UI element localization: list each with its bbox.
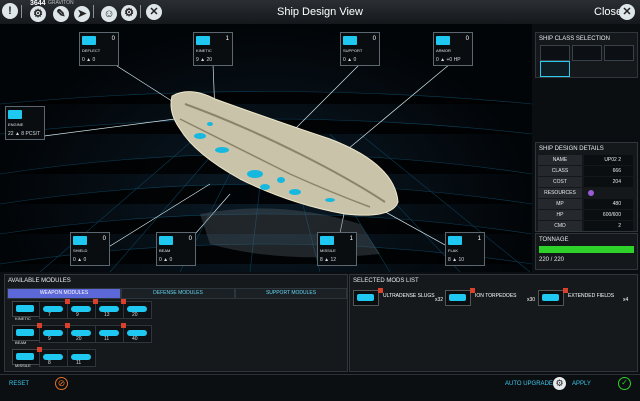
resource-icon (588, 190, 594, 196)
support-icon (343, 36, 357, 45)
close-button[interactable]: Close (594, 6, 622, 18)
tonnage-bar-fill (539, 246, 634, 253)
detail-row-resources: RESOURCES (538, 188, 633, 198)
ship-class-slot[interactable] (540, 45, 570, 61)
locked-tag (378, 288, 383, 293)
detail-row-class: CLASS 666 (538, 166, 633, 176)
module-slot[interactable]: 20 (67, 325, 96, 343)
tonnage-panel: TONNAGE 220 / 220 (535, 233, 638, 270)
kinetic-row-icon (12, 301, 40, 317)
ship-class-selection-panel: SHIP CLASS SELECTION (535, 32, 638, 78)
tonnage-value: 220 / 220 (539, 257, 565, 263)
shield-icon (73, 236, 87, 245)
reset-icon[interactable]: ⊘ (55, 377, 68, 390)
missile-icon (320, 236, 334, 245)
locked-tag (470, 288, 475, 293)
tonnage-bar (539, 246, 634, 253)
card-shield[interactable]: 0 SHIELD 0 ▲ 0 (70, 232, 110, 266)
ship-class-slot[interactable] (572, 45, 602, 61)
locked-tag (563, 288, 568, 293)
apply-button[interactable]: APPLY (572, 381, 591, 387)
detail-row-mp: MP 480 (538, 199, 633, 209)
module-slot[interactable]: 9 (67, 301, 96, 319)
module-slot[interactable]: 13 (95, 301, 124, 319)
card-armor[interactable]: 0 ARMOR 0 ▲ +0 HP (433, 32, 473, 66)
ship-name-field[interactable]: UP02 2 (584, 155, 633, 165)
panel-title: TONNAGE (539, 237, 569, 243)
detail-row-hp: HP 600/600 (538, 210, 633, 220)
locked-tag (37, 347, 42, 352)
action-bar (0, 374, 640, 401)
engine-icon (8, 110, 22, 119)
card-beam[interactable]: 0 BEAM 0 ▲ 0 (156, 232, 196, 266)
card-kinetic[interactable]: 1 KINETIC 9 ▲ 20 (193, 32, 233, 66)
auto-upgrade-icon[interactable]: ⚙ (553, 377, 566, 390)
locked-tag (37, 323, 42, 328)
module-slot[interactable]: 8 (39, 349, 68, 367)
detail-row-cmd: CMD 2 (538, 221, 633, 231)
card-flak[interactable]: 1 FLAK 8 ▲ 10 (445, 232, 485, 266)
card-engine[interactable]: ENGINE 22 ▲ 8 PCS/T (5, 106, 45, 140)
panel-title: SHIP CLASS SELECTION (539, 36, 610, 42)
locked-tag (65, 323, 70, 328)
panel-title: AVAILABLE MODULES (8, 278, 71, 284)
selected-mods-panel: SELECTED MODS LIST ULTRADENSE SLUGS x32 … (349, 274, 638, 372)
locked-tag (65, 299, 70, 304)
module-slot[interactable]: 11 (95, 325, 124, 343)
module-slot[interactable]: 9 (39, 325, 68, 343)
module-slot[interactable]: 7 (39, 301, 68, 319)
row-label: BEAM (15, 340, 27, 345)
row-label: KINETIC (15, 316, 31, 321)
ship-viewport[interactable]: 0 DEFLECT 0 ▲ 0 1 KINETIC 9 ▲ 20 0 SUPPO… (0, 24, 532, 272)
module-slot[interactable]: 40 (123, 325, 152, 343)
available-modules-panel: AVAILABLE MODULES WEAPON MODULES DEFENSE… (4, 274, 348, 372)
row-label: MISSILE (15, 363, 31, 368)
armor-icon (436, 36, 450, 45)
card-deflect[interactable]: 0 DEFLECT 0 ▲ 0 (79, 32, 119, 66)
locked-tag (121, 323, 126, 328)
beam-icon (159, 236, 173, 245)
auto-upgrade-button[interactable]: AUTO UPGRADE (505, 381, 553, 387)
tab-weapon-modules[interactable]: WEAPON MODULES (7, 288, 121, 299)
ship-class-slot-selected[interactable] (540, 61, 570, 77)
detail-row-cost: COST 204 (538, 177, 633, 187)
card-missile[interactable]: 1 MISSILE 8 ▲ 12 (317, 232, 357, 266)
reset-button[interactable]: RESET (9, 381, 29, 387)
module-slot[interactable]: 11 (67, 349, 96, 367)
deflect-icon (82, 36, 96, 45)
tab-support-modules[interactable]: SUPPORT MODULES (235, 288, 347, 299)
beam-row-icon (12, 325, 40, 341)
ship-class-slot[interactable] (604, 45, 634, 61)
flak-icon (448, 236, 462, 245)
close-icon[interactable]: ✕ (619, 4, 635, 20)
page-title: Ship Design View (276, 6, 363, 18)
kinetic-icon (196, 36, 210, 45)
tab-defense-modules[interactable]: DEFENSE MODULES (121, 288, 235, 299)
card-support[interactable]: 0 SUPPORT 0 ▲ 0 (340, 32, 380, 66)
locked-tag (121, 299, 126, 304)
detail-row-name: NAME UP02 2 (538, 155, 633, 165)
panel-title: SELECTED MODS LIST (353, 278, 419, 284)
ship-design-details-panel: SHIP DESIGN DETAILS NAME UP02 2 CLASS 66… (535, 142, 638, 232)
module-slot[interactable]: 20 (123, 301, 152, 319)
locked-tag (93, 299, 98, 304)
apply-check-icon[interactable]: ✓ (618, 377, 631, 390)
panel-title: SHIP DESIGN DETAILS (539, 146, 604, 152)
